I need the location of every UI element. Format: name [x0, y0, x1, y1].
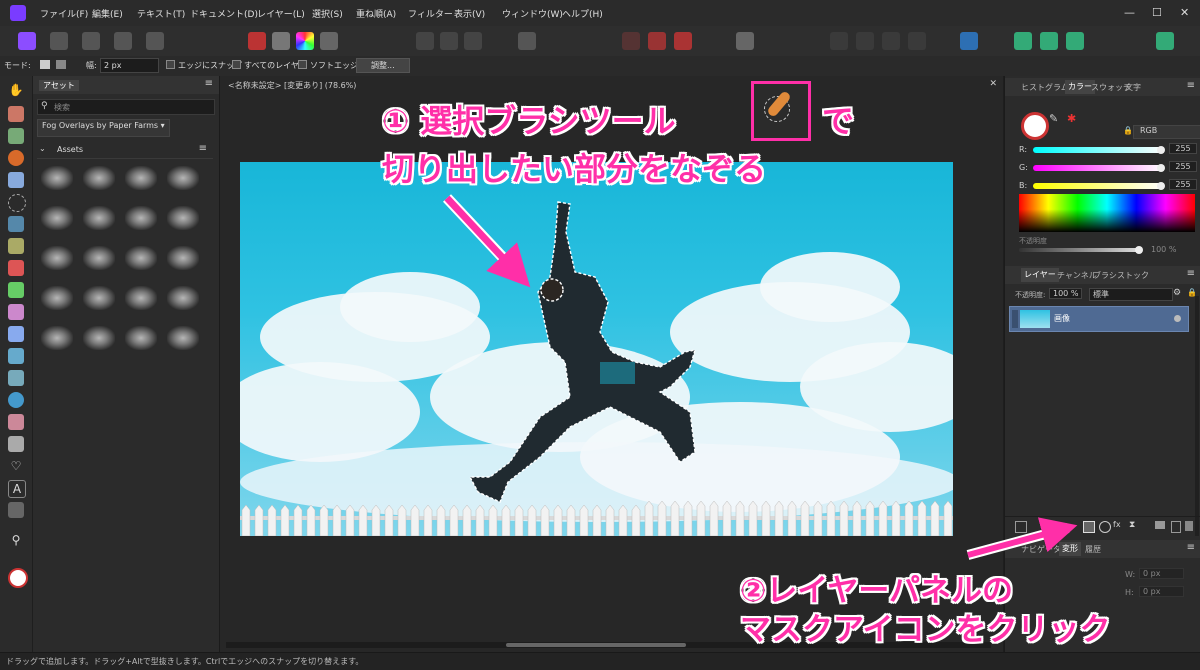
arrow-to-person [444, 195, 531, 288]
annotation-arrows [442, 194, 1078, 560]
arrow-to-mask-icon [967, 517, 1078, 558]
